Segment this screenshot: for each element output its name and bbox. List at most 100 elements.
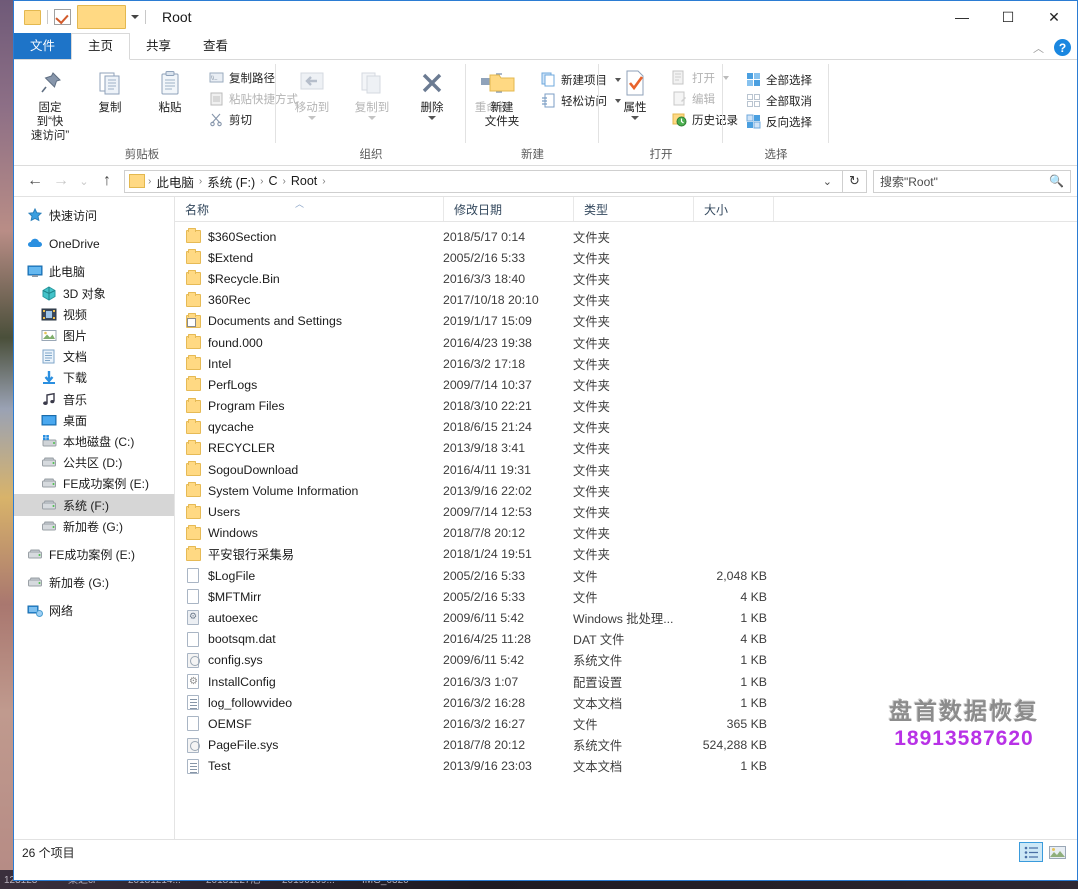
close-button[interactable]: ✕: [1031, 1, 1077, 33]
sidebar-item-9[interactable]: 桌面: [14, 410, 174, 431]
folder-icon: [185, 545, 201, 562]
column-header-type[interactable]: 类型: [573, 197, 693, 221]
table-row[interactable]: Intel 2016/3/2 17:18 文件夹: [175, 353, 1077, 374]
invert-selection-button[interactable]: 反向选择: [741, 111, 816, 132]
table-row[interactable]: 平安银行采集易 2018/1/24 19:51 文件夹: [175, 544, 1077, 565]
text-file-icon: [185, 695, 201, 711]
table-row[interactable]: $LogFile 2005/2/16 5:33 文件 2,048 KB: [175, 565, 1077, 586]
table-row[interactable]: bootsqm.dat 2016/4/25 11:28 DAT 文件 4 KB: [175, 629, 1077, 650]
sidebar-item-10[interactable]: 本地磁盘 (C:): [14, 431, 174, 452]
back-button[interactable]: ←: [22, 169, 48, 193]
sidebar-item-7[interactable]: 下载: [14, 367, 174, 388]
chevron-down-icon[interactable]: [631, 116, 639, 120]
large-icons-view-button[interactable]: [1045, 842, 1069, 862]
refresh-button[interactable]: ↻: [843, 169, 867, 193]
select-none-button[interactable]: 全部取消: [741, 90, 816, 111]
table-row[interactable]: Documents and Settings 2019/1/17 15:09 文件夹: [175, 311, 1077, 332]
sidebar-item-0[interactable]: 快速访问: [14, 205, 174, 226]
sidebar-item-8[interactable]: 音乐: [14, 389, 174, 410]
table-row[interactable]: Windows 2018/7/8 20:12 文件夹: [175, 523, 1077, 544]
sidebar-item-15[interactable]: FE成功案例 (E:): [14, 544, 174, 565]
pin-to-quick-access-button[interactable]: 固定到“快 速访问”: [20, 65, 80, 145]
sidebar-item-5[interactable]: 图片: [14, 325, 174, 346]
move-to-button[interactable]: 移动到: [282, 65, 342, 122]
table-row[interactable]: PerfLogs 2009/7/14 10:37 文件夹: [175, 374, 1077, 395]
sidebar-item-14[interactable]: 新加卷 (G:): [14, 516, 174, 537]
recent-locations-button[interactable]: ⌄: [74, 169, 94, 193]
paste-button[interactable]: 粘贴: [140, 65, 200, 117]
up-button[interactable]: ↑: [94, 169, 120, 193]
table-row[interactable]: log_followvideo 2016/3/2 16:28 文本文档 1 KB: [175, 692, 1077, 713]
select-all-button[interactable]: 全部选择: [741, 69, 816, 90]
details-view-button[interactable]: [1019, 842, 1043, 862]
breadcrumb-dropdown-icon[interactable]: ⌄: [817, 175, 838, 188]
breadcrumb-item-drive[interactable]: 系统 (F:): [203, 172, 259, 191]
table-row[interactable]: found.000 2016/4/23 19:38 文件夹: [175, 332, 1077, 353]
search-input[interactable]: 搜索"Root": [880, 173, 1049, 190]
file-date: 2019/1/17 15:09: [443, 314, 532, 329]
table-row[interactable]: Program Files 2018/3/10 22:21 文件夹: [175, 396, 1077, 417]
table-row[interactable]: Users 2009/7/14 12:53 文件夹: [175, 501, 1077, 522]
chevron-down-icon[interactable]: [428, 116, 436, 120]
table-row[interactable]: 360Rec 2017/10/18 20:10 文件夹: [175, 290, 1077, 311]
table-row[interactable]: $Recycle.Bin 2016/3/3 18:40 文件夹: [175, 268, 1077, 289]
tab-file[interactable]: 文件: [14, 33, 72, 59]
chevron-down-icon[interactable]: [308, 116, 316, 120]
explorer-folder-icon[interactable]: [24, 9, 41, 25]
properties-button[interactable]: 属性: [605, 65, 665, 122]
table-row[interactable]: PageFile.sys 2018/7/8 20:12 系统文件 524,288 KB: [175, 735, 1077, 756]
sidebar-item-1[interactable]: OneDrive: [14, 233, 174, 254]
maximize-button[interactable]: ☐: [985, 1, 1031, 33]
help-icon[interactable]: ?: [1054, 39, 1071, 56]
breadcrumb-item-this-pc[interactable]: 此电脑: [152, 172, 198, 191]
table-row[interactable]: SogouDownload 2016/4/11 19:31 文件夹: [175, 459, 1077, 480]
file-icon: [185, 568, 201, 584]
chevron-down-icon[interactable]: [131, 15, 139, 19]
new-folder-icon[interactable]: [77, 5, 126, 29]
breadcrumb[interactable]: › 此电脑 › 系统 (F:) › C › Root › ⌄: [124, 169, 843, 193]
sidebar-item-12[interactable]: FE成功案例 (E:): [14, 473, 174, 494]
tab-home[interactable]: 主页: [71, 33, 131, 60]
column-header-size[interactable]: 大小: [693, 197, 773, 221]
properties-check-icon[interactable]: [54, 9, 71, 25]
sidebar-item-17[interactable]: 网络: [14, 600, 174, 621]
sidebar-item-11[interactable]: 公共区 (D:): [14, 452, 174, 473]
tab-share[interactable]: 共享: [130, 34, 187, 59]
group-divider: [828, 64, 829, 143]
breadcrumb-item-c[interactable]: C: [264, 174, 281, 188]
table-row[interactable]: $MFTMirr 2005/2/16 5:33 文件 4 KB: [175, 586, 1077, 607]
breadcrumb-item-root[interactable]: Root: [287, 174, 321, 188]
table-row[interactable]: $360Section 2018/5/17 0:14 文件夹: [175, 226, 1077, 247]
table-row[interactable]: qycache 2018/6/15 21:24 文件夹: [175, 417, 1077, 438]
table-row[interactable]: InstallConfig 2016/3/3 1:07 配置设置 1 KB: [175, 671, 1077, 692]
search-box[interactable]: 搜索"Root" 🔍: [873, 169, 1071, 193]
new-folder-button[interactable]: 新建 文件夹: [472, 65, 532, 131]
delete-button[interactable]: 删除: [402, 65, 462, 122]
copy-button[interactable]: 复制: [80, 65, 140, 117]
sidebar-item-6[interactable]: 文档: [14, 346, 174, 367]
table-row[interactable]: config.sys 2009/6/11 5:42 系统文件 1 KB: [175, 650, 1077, 671]
table-row[interactable]: Test 2013/9/16 23:03 文本文档 1 KB: [175, 756, 1077, 777]
forward-button[interactable]: →: [48, 169, 74, 193]
copy-to-button[interactable]: 复制到: [342, 65, 402, 122]
column-header-name[interactable]: 名称 ︿: [175, 197, 443, 221]
sidebar-item-4[interactable]: 视频: [14, 304, 174, 325]
drive-icon: [40, 518, 57, 534]
chevron-down-icon[interactable]: [368, 116, 376, 120]
column-header-date[interactable]: 修改日期: [443, 197, 573, 221]
file-name: Users: [208, 505, 241, 520]
collapse-ribbon-icon[interactable]: ︿: [1033, 40, 1044, 56]
minimize-button[interactable]: —: [939, 1, 985, 33]
table-row[interactable]: OEMSF 2016/3/2 16:27 文件 365 KB: [175, 713, 1077, 734]
tab-view[interactable]: 查看: [187, 34, 244, 59]
sidebar-item-2[interactable]: 此电脑: [14, 261, 174, 282]
delete-icon: [418, 67, 446, 99]
paste-label: 粘贴: [158, 102, 182, 114]
sidebar-item-3[interactable]: 3D 对象: [14, 283, 174, 304]
table-row[interactable]: RECYCLER 2013/9/18 3:41 文件夹: [175, 438, 1077, 459]
table-row[interactable]: System Volume Information 2013/9/16 22:02…: [175, 480, 1077, 501]
table-row[interactable]: $Extend 2005/2/16 5:33 文件夹: [175, 247, 1077, 268]
table-row[interactable]: autoexec 2009/6/11 5:42 Windows 批处理... 1 KB: [175, 607, 1077, 628]
sidebar-item-16[interactable]: 新加卷 (G:): [14, 572, 174, 593]
sidebar-item-13[interactable]: 系统 (F:): [14, 494, 174, 516]
